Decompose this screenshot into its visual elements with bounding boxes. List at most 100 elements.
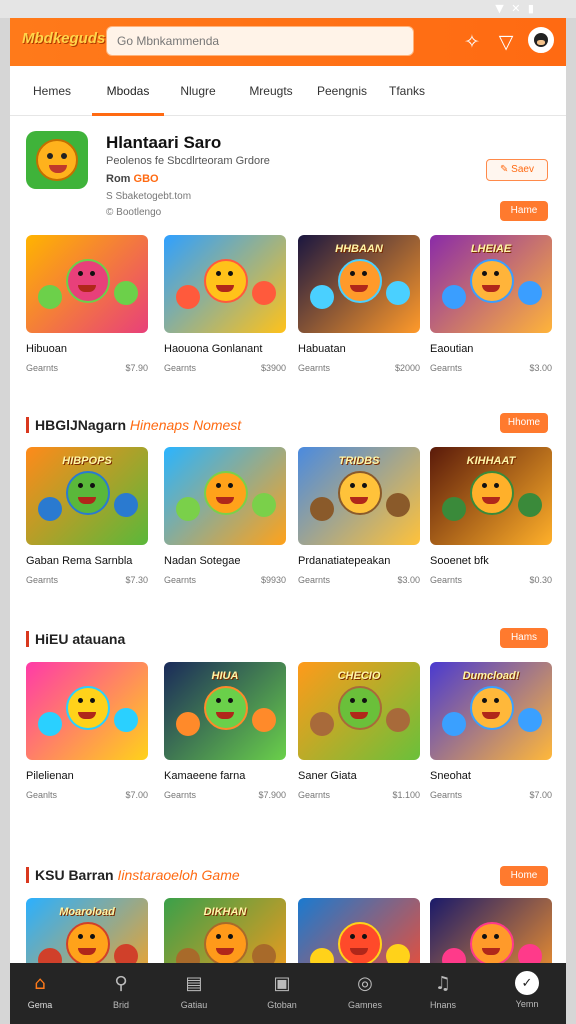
game-card[interactable]: HIBPOPS Gaban Rema Sarnbla Gearnts $7.30 bbox=[26, 447, 148, 587]
featured-meta-value: GBO bbox=[133, 173, 159, 185]
game-thumbnail[interactable] bbox=[26, 662, 148, 760]
game-thumbnail[interactable]: HHBAAN bbox=[298, 235, 420, 333]
nav-item-gema[interactable]: ⌂ Gema bbox=[10, 963, 80, 1024]
game-banner-text: HIBPOPS bbox=[62, 455, 112, 467]
tab-tfanks[interactable]: Tfanks bbox=[382, 66, 432, 116]
tab-nlugre[interactable]: Nlugre bbox=[168, 66, 228, 116]
game-thumbnail[interactable]: TRIDBS bbox=[298, 447, 420, 545]
game-card[interactable]: HHBAAN Habuatan Gearnts $2000 bbox=[298, 235, 420, 375]
tab-peengnis[interactable]: Peengnis bbox=[306, 66, 378, 116]
character-eyes bbox=[78, 934, 83, 939]
character-eyes bbox=[350, 698, 355, 703]
game-meta: Gearnts $3.00 bbox=[430, 363, 552, 375]
game-thumbnail[interactable] bbox=[26, 235, 148, 333]
game-thumbnail[interactable]: KIHHAAT bbox=[430, 447, 552, 545]
character-eyes bbox=[482, 934, 487, 939]
tab-mbodas[interactable]: Mbodas bbox=[92, 66, 164, 116]
character-illustration bbox=[204, 922, 248, 966]
game-meta: Gearnts $0.30 bbox=[430, 575, 552, 587]
character-illustration bbox=[386, 493, 410, 517]
character-eyes bbox=[350, 483, 355, 488]
game-title: Eaoutian bbox=[430, 343, 474, 355]
controller-icon: ◎ bbox=[357, 973, 373, 994]
game-card[interactable]: Hibuoan Gearnts $7.90 bbox=[26, 235, 148, 375]
ticket-icon[interactable]: ✧ bbox=[458, 28, 486, 56]
home-icon: ⌂ bbox=[34, 973, 46, 994]
nav-item-hnans[interactable]: ♫ Hnans bbox=[403, 963, 483, 1024]
game-banner-text: CHECIO bbox=[337, 670, 381, 682]
tab-hemes[interactable]: Hemes bbox=[20, 66, 84, 116]
character-illustration bbox=[176, 497, 200, 521]
game-banner-text: DIKHAN bbox=[203, 906, 247, 918]
game-thumbnail[interactable] bbox=[164, 235, 286, 333]
game-card[interactable]: Dumcload! Sneohat Gearnts $7.00 bbox=[430, 662, 552, 802]
game-card[interactable]: HIUA Kamaeene farna Gearnts $7.900 bbox=[164, 662, 286, 802]
character-illustration bbox=[66, 259, 110, 303]
game-price: $9930 bbox=[260, 575, 286, 585]
game-card[interactable]: LHEIAE Eaoutian Gearnts $3.00 bbox=[430, 235, 552, 375]
featured-subtitle: Peolenos fe Sbcdlrteoram Grdore bbox=[106, 155, 270, 167]
filter-icon[interactable]: ▽ bbox=[492, 28, 520, 56]
character-eyes bbox=[350, 271, 355, 276]
game-card[interactable]: Pilelienan Geanlts $7.00 bbox=[26, 662, 148, 802]
character-illustration bbox=[518, 493, 542, 517]
app-logo[interactable]: Mbdkeguds bbox=[22, 30, 105, 47]
category-tabs: Hemes Mbodas Nlugre Mreugts Peengnis Tfa… bbox=[10, 66, 566, 116]
character-illustration bbox=[470, 471, 514, 515]
avatar[interactable] bbox=[528, 27, 554, 53]
game-title: Nadan Sotegae bbox=[164, 555, 241, 567]
game-price: $7.900 bbox=[258, 790, 286, 800]
game-price: $0.30 bbox=[529, 575, 552, 585]
featured-meta: Rom GBO bbox=[106, 173, 159, 185]
game-price: $1.100 bbox=[392, 790, 420, 800]
game-card[interactable]: Haouona Gonlanant Gearnts $3900 bbox=[164, 235, 286, 375]
game-meta: Gearnts $7.900 bbox=[164, 790, 286, 802]
game-title: Haouona Gonlanant bbox=[164, 343, 263, 355]
section-title-accent: Iinstaraoeloh Game bbox=[117, 867, 240, 883]
game-category: Gearnts bbox=[298, 363, 331, 373]
character-illustration bbox=[442, 712, 466, 736]
game-category: Gearnts bbox=[430, 363, 463, 373]
section-title-accent: Hinenaps Nomest bbox=[129, 417, 242, 433]
game-thumbnail[interactable]: HIBPOPS bbox=[26, 447, 148, 545]
content-scroll[interactable]: Hlantaari Saro Peolenos fe Sbcdlrteoram … bbox=[10, 117, 566, 996]
game-card[interactable]: Nadan Sotegae Gearnts $9930 bbox=[164, 447, 286, 587]
featured-app[interactable]: Hlantaari Saro Peolenos fe Sbcdlrteoram … bbox=[10, 117, 566, 225]
section-more-button[interactable]: Hhome bbox=[500, 413, 548, 433]
section-title-text: HBGlJNagarn bbox=[35, 417, 127, 433]
nav-label: Hnans bbox=[429, 1000, 456, 1010]
character-illustration bbox=[470, 922, 514, 966]
nav-item-gatiau[interactable]: ▤ Gatiau bbox=[154, 963, 234, 1024]
game-thumbnail[interactable] bbox=[164, 447, 286, 545]
character-illustration bbox=[114, 493, 138, 517]
section-more-button[interactable]: Hams bbox=[500, 628, 548, 648]
nav-label: Brid bbox=[112, 1000, 129, 1010]
character-illustration bbox=[114, 708, 138, 732]
character-illustration bbox=[176, 285, 200, 309]
game-category: Gearnts bbox=[298, 790, 331, 800]
section-more-button[interactable]: Home bbox=[500, 866, 548, 886]
nav-label: Gamnes bbox=[347, 1000, 382, 1010]
game-thumbnail[interactable]: LHEIAE bbox=[430, 235, 552, 333]
nav-item-gamnes[interactable]: ◎ Gamnes bbox=[325, 963, 405, 1024]
game-card[interactable]: TRIDBS Prdanatiatepeakan Gearnts $3.00 bbox=[298, 447, 420, 587]
game-thumbnail[interactable]: Dumcload! bbox=[430, 662, 552, 760]
nav-item-yemn[interactable]: ✓ Yemn bbox=[487, 963, 566, 1024]
nav-item-gtoban[interactable]: ▣ Gtoban bbox=[242, 963, 322, 1024]
game-card[interactable]: KIHHAAT Sooenet bfk Gearnts $0.30 bbox=[430, 447, 552, 587]
game-category: Gearnts bbox=[26, 363, 59, 373]
character-illustration bbox=[176, 712, 200, 736]
game-card[interactable]: CHECIO Saner Giata Gearnts $1.100 bbox=[298, 662, 420, 802]
game-thumbnail[interactable]: HIUA bbox=[164, 662, 286, 760]
section-more-button[interactable]: Hame bbox=[500, 201, 548, 221]
tab-mreugts[interactable]: Mreugts bbox=[236, 66, 306, 116]
search-input[interactable]: Go Mbnkammenda bbox=[106, 26, 414, 56]
featured-action-button[interactable]: ✎ Saev bbox=[486, 159, 548, 181]
featured-app-icon[interactable] bbox=[26, 131, 88, 189]
nav-item-brid[interactable]: ⚲ Brid bbox=[81, 963, 161, 1024]
game-thumbnail[interactable]: CHECIO bbox=[298, 662, 420, 760]
gamepad-icon: ▣ bbox=[273, 973, 291, 994]
game-meta: Gearnts $3900 bbox=[164, 363, 286, 375]
featured-title: Hlantaari Saro bbox=[106, 133, 222, 152]
game-title: Sneohat bbox=[430, 770, 471, 782]
